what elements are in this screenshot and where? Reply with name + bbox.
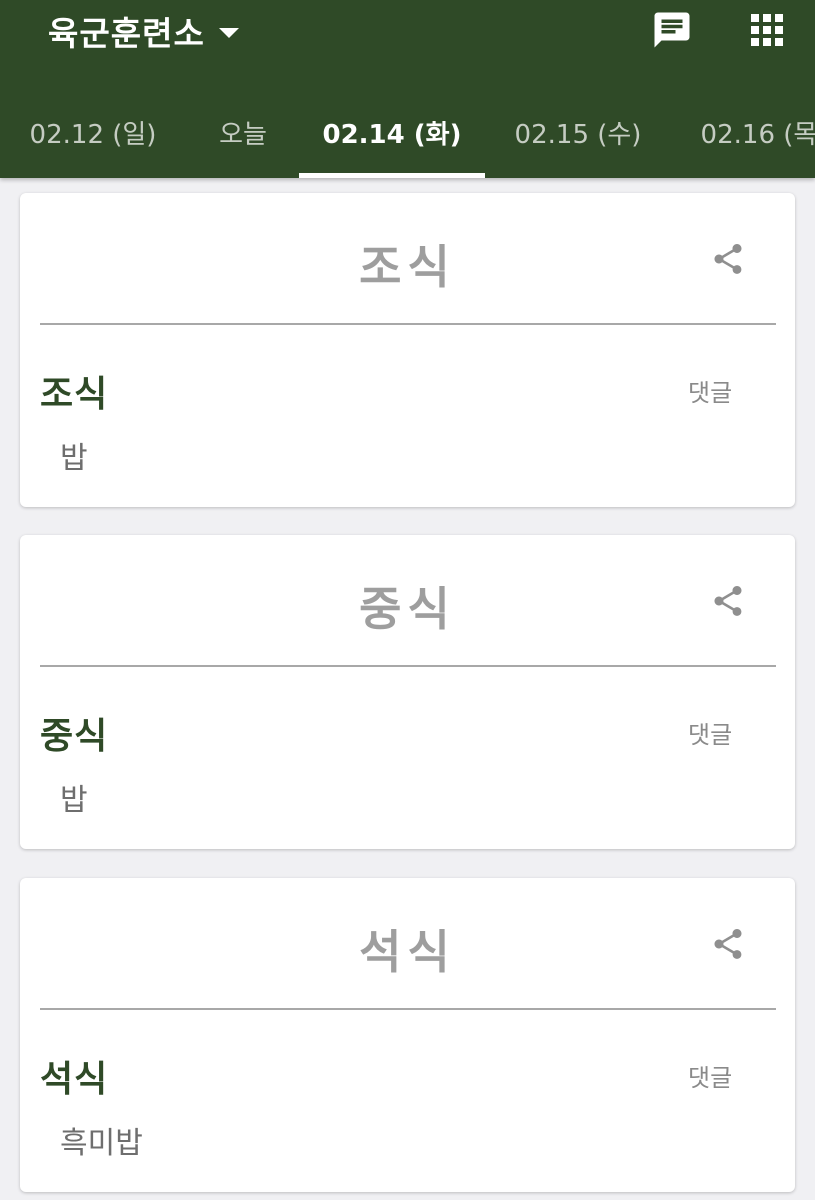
app-bar: 육군훈련소 02.12 (일) 오늘 02.14 (화) 02.15 (수) 0… bbox=[0, 0, 815, 178]
meal-name: 중식 bbox=[40, 716, 109, 757]
card-divider bbox=[40, 1008, 776, 1010]
location-selector[interactable]: 육군훈련소 bbox=[48, 6, 239, 56]
comment-button[interactable]: 댓글 bbox=[688, 1058, 732, 1093]
caret-down-icon bbox=[218, 28, 239, 38]
meal-card-dinner: 석식 석식 댓글 흑미밥 bbox=[20, 878, 795, 1192]
menu-item: 흑미밥 bbox=[60, 1126, 143, 1161]
comment-button[interactable]: 댓글 bbox=[688, 373, 732, 408]
meal-card-lunch: 중식 중식 댓글 밥 bbox=[20, 535, 795, 849]
share-icon[interactable] bbox=[708, 924, 748, 964]
grid-apps-icon[interactable] bbox=[745, 8, 789, 52]
active-tab-indicator bbox=[299, 173, 485, 178]
tab-date-0216[interactable]: 02.16 (목) bbox=[671, 86, 815, 178]
card-divider bbox=[40, 323, 776, 325]
share-icon[interactable] bbox=[708, 239, 748, 279]
meal-card-title: 석식 bbox=[359, 925, 456, 979]
tab-date-0215[interactable]: 02.15 (수) bbox=[485, 86, 671, 178]
meal-name: 조식 bbox=[40, 374, 109, 415]
comment-button[interactable]: 댓글 bbox=[688, 715, 732, 750]
meal-card-title: 중식 bbox=[359, 582, 456, 636]
tab-date-0214[interactable]: 02.14 (화) bbox=[299, 86, 485, 178]
meal-name: 석식 bbox=[40, 1059, 109, 1100]
date-tabs: 02.12 (일) 오늘 02.14 (화) 02.15 (수) 02.16 (… bbox=[0, 86, 815, 178]
card-divider bbox=[40, 665, 776, 667]
chat-icon[interactable] bbox=[650, 8, 694, 52]
meal-card-breakfast: 조식 조식 댓글 밥 bbox=[20, 193, 795, 507]
menu-item: 밥 bbox=[60, 441, 88, 476]
app-title: 육군훈련소 bbox=[48, 14, 205, 53]
meal-card-title: 조식 bbox=[359, 240, 456, 294]
share-icon[interactable] bbox=[708, 581, 748, 621]
menu-item: 밥 bbox=[60, 783, 88, 818]
